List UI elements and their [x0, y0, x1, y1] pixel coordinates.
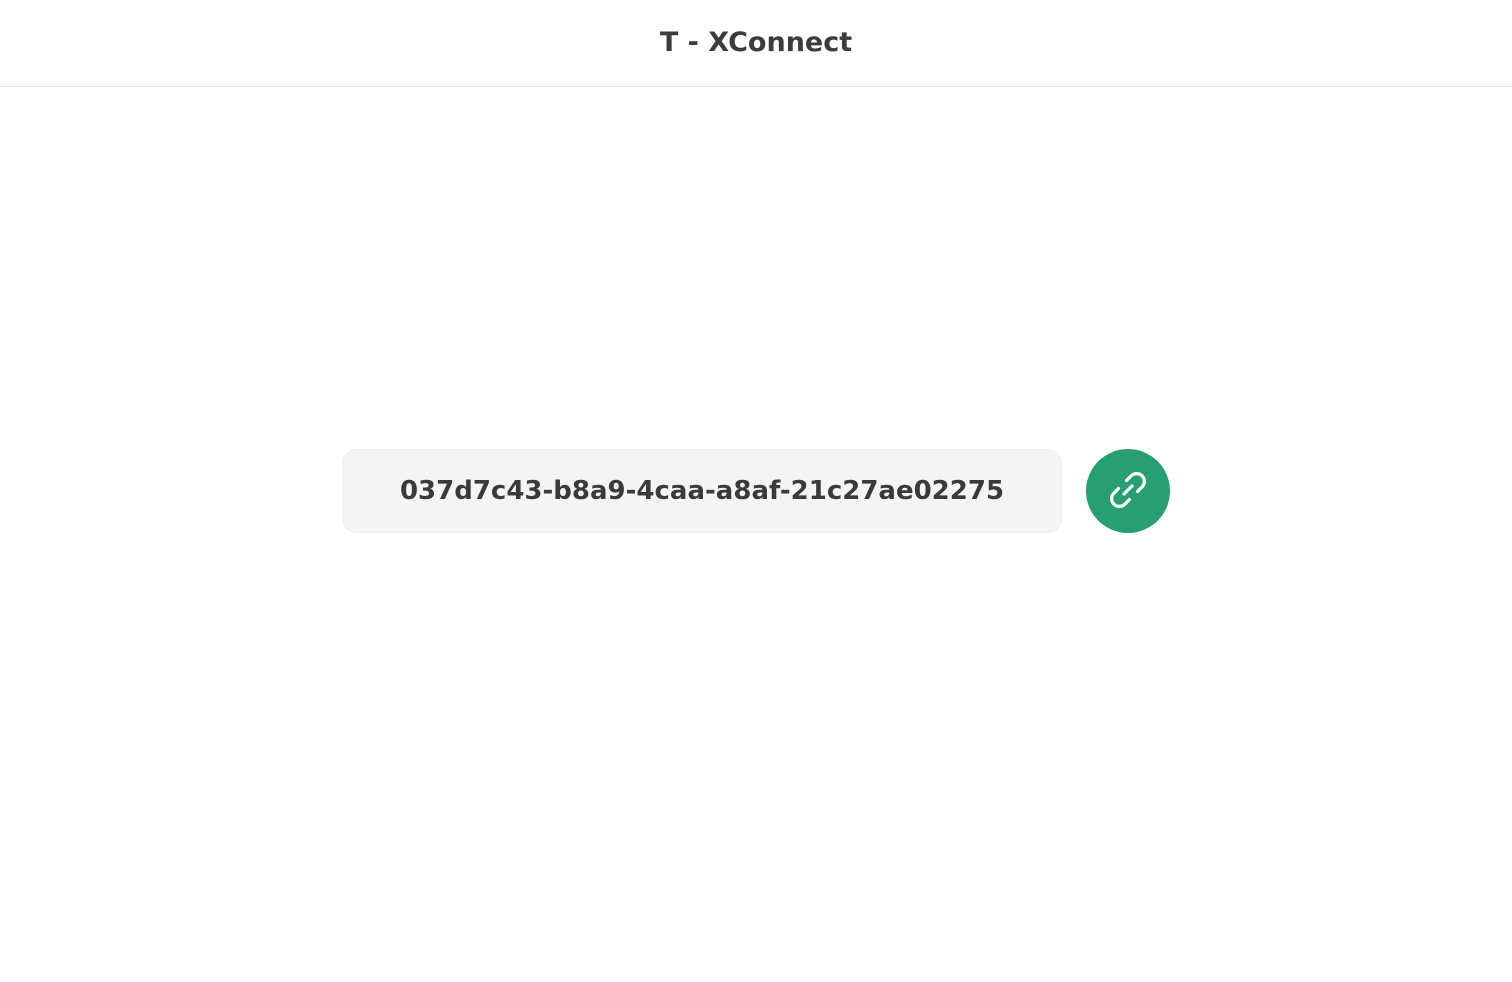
- page: T - XConnect 037d7c43-b8a9-4caa-a8af-21c…: [0, 0, 1512, 982]
- app-header: T - XConnect: [0, 0, 1512, 87]
- connect-row: 037d7c43-b8a9-4caa-a8af-21c27ae02275: [342, 449, 1170, 533]
- app-title: T - XConnect: [659, 26, 853, 58]
- connection-id-field[interactable]: 037d7c43-b8a9-4caa-a8af-21c27ae02275: [342, 449, 1062, 533]
- connect-link-button[interactable]: [1086, 449, 1170, 533]
- link-icon: [1104, 466, 1152, 517]
